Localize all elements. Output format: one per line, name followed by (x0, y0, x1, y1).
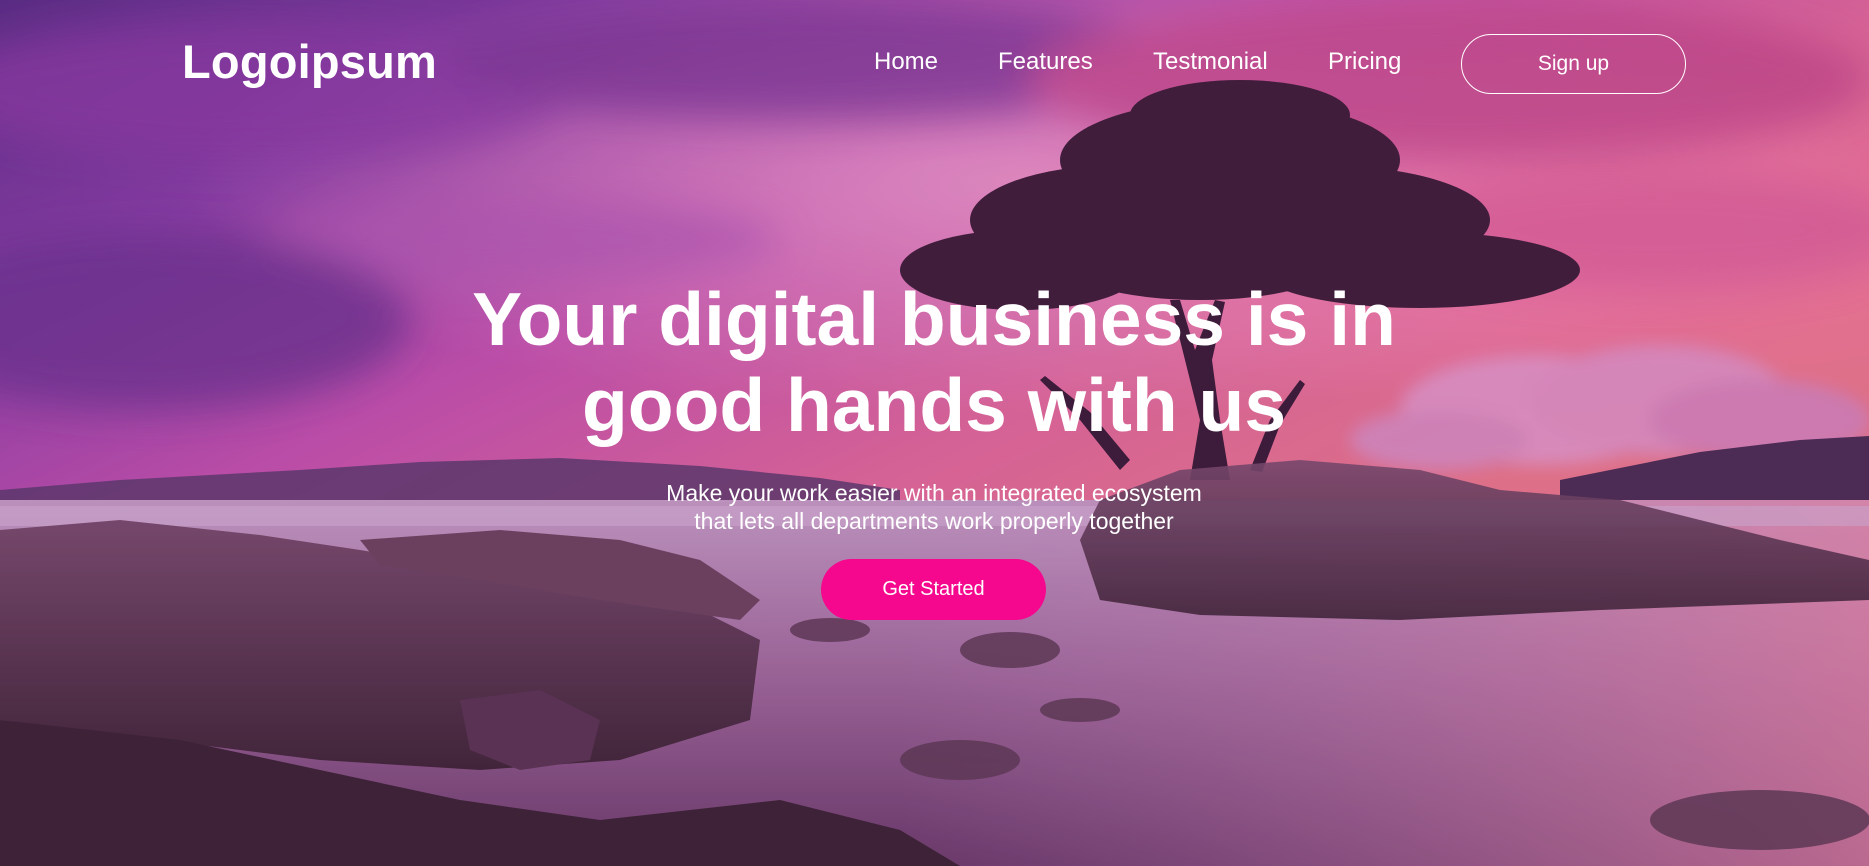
hero-section: Logoipsum Home Features Testmonial Prici… (0, 0, 1869, 866)
signup-button[interactable]: Sign up (1461, 34, 1686, 94)
brand-logo[interactable]: Logoipsum (182, 34, 437, 89)
nav-link-features[interactable]: Features (998, 48, 1093, 76)
get-started-button[interactable]: Get Started (821, 559, 1046, 620)
hero-subtext: Make your work easier with an integrated… (534, 479, 1334, 535)
nav-link-testimonial[interactable]: Testmonial (1153, 48, 1268, 76)
nav-link-pricing[interactable]: Pricing (1328, 48, 1401, 76)
hero-subtext-line-1: Make your work easier with an integrated… (666, 480, 1202, 506)
hero-headline: Your digital business is in good hands w… (472, 277, 1396, 447)
nav-link-home[interactable]: Home (874, 48, 938, 76)
hero-subtext-line-2: that lets all departments work properly … (694, 508, 1174, 534)
navbar: Logoipsum Home Features Testmonial Prici… (0, 0, 1869, 128)
